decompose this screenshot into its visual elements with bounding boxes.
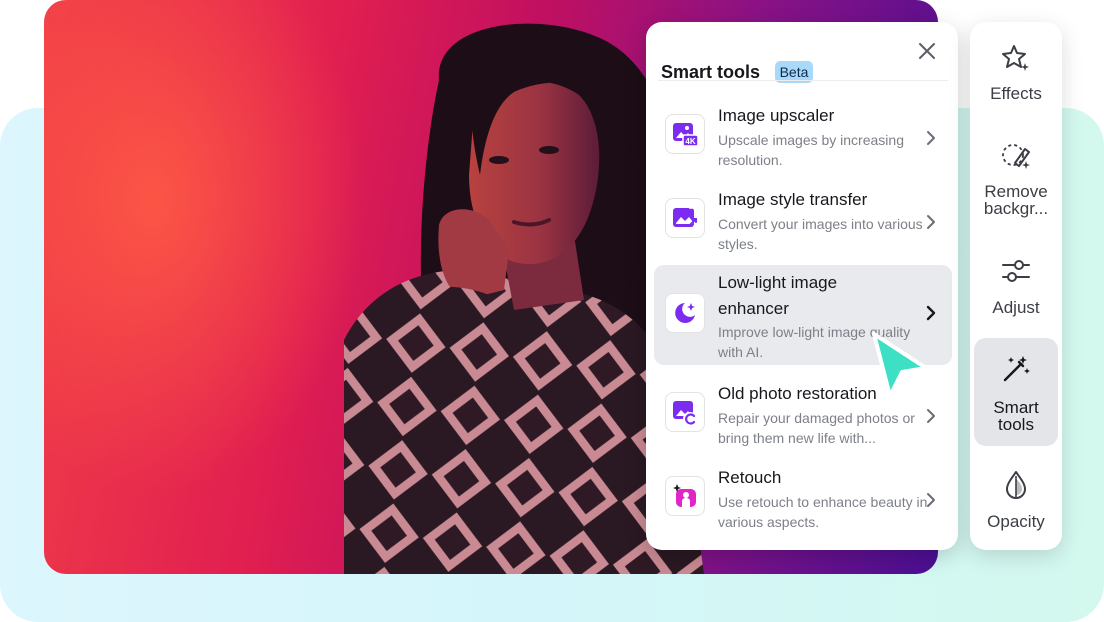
rail-item-adjust[interactable]: Adjust [974, 236, 1058, 344]
rail-label: Effects [990, 84, 1042, 103]
tool-name: Low-light image enhancer [718, 273, 838, 318]
rail-item-remove-background[interactable]: Remove backgr... [974, 124, 1058, 232]
chevron-right-icon [926, 305, 936, 321]
tool-name: Old photo restoration [718, 384, 877, 403]
tool-desc: Convert your images into various styles. [718, 216, 923, 252]
tool-name: Retouch [718, 468, 782, 487]
tool-rail: Effects Remove backgr... Adjust Smart to… [970, 22, 1062, 550]
retouch-icon [665, 476, 705, 516]
magic-wand-icon [1003, 356, 1030, 382]
rail-item-opacity[interactable]: Opacity [974, 450, 1058, 558]
rail-label: Smart tools [993, 398, 1039, 434]
panel-divider [658, 80, 948, 81]
image-4k-icon: 4K [665, 114, 705, 154]
tool-name: Image upscaler [718, 106, 835, 125]
tool-desc: Upscale images by increasing resolution. [718, 132, 904, 168]
tool-desc: Repair your damaged photos or bring them… [718, 410, 915, 446]
photo-restore-icon [665, 392, 705, 432]
chevron-right-icon [927, 131, 935, 145]
tool-desc: Use retouch to enhance beauty in various… [718, 494, 928, 530]
tool-image-style-transfer[interactable]: Image style transfer Convert your images… [654, 180, 952, 264]
image-style-icon [665, 198, 705, 238]
tool-name: Image style transfer [718, 190, 868, 209]
rail-item-effects[interactable]: Effects [974, 22, 1058, 130]
sliders-icon [1002, 260, 1030, 282]
close-icon[interactable] [916, 40, 938, 62]
rail-item-smart-tools[interactable]: Smart tools [974, 338, 1058, 446]
chevron-right-icon [927, 493, 935, 507]
cursor-pointer-icon [872, 332, 928, 398]
eraser-icon [1002, 144, 1030, 169]
rail-label: Remove backgr... [983, 182, 1049, 218]
svg-text:4K: 4K [685, 137, 695, 146]
smart-tools-panel: Smart tools Beta 4K Image upscaler Upsca… [646, 22, 958, 550]
rail-label: Adjust [992, 298, 1040, 317]
drop-icon [1006, 471, 1026, 499]
moon-sparkle-icon [665, 293, 705, 333]
chevron-right-icon [927, 215, 935, 229]
chevron-right-icon [927, 409, 935, 423]
tool-image-upscaler[interactable]: 4K Image upscaler Upscale images by incr… [654, 96, 952, 180]
star-outline-icon [1002, 45, 1029, 71]
rail-label: Opacity [987, 512, 1045, 531]
tool-retouch[interactable]: Retouch Use retouch to enhance beauty in… [654, 458, 952, 542]
